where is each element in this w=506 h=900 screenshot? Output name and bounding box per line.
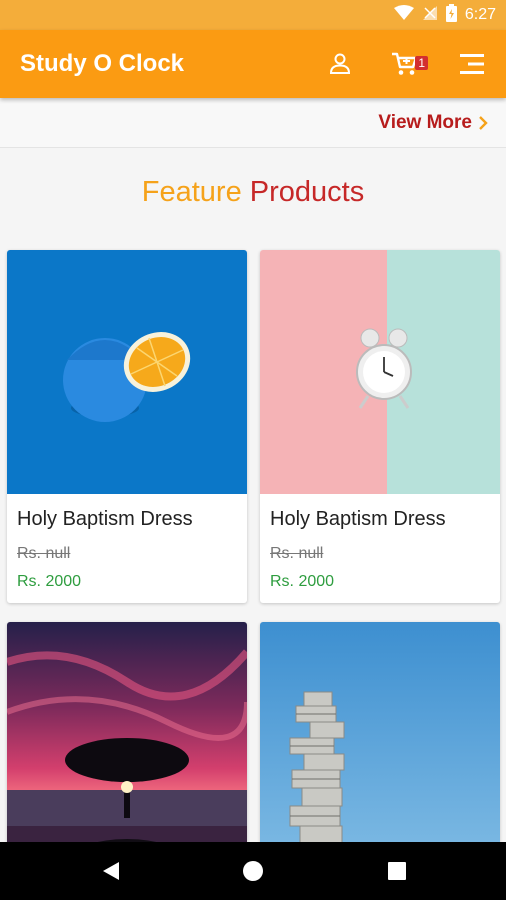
app-bar: Study O Clock 1 bbox=[0, 30, 506, 98]
product-old-price: Rs. null bbox=[17, 545, 71, 562]
user-icon bbox=[329, 53, 351, 74]
menu-button[interactable] bbox=[452, 44, 492, 84]
menu-icon bbox=[460, 54, 484, 74]
back-button[interactable] bbox=[96, 856, 126, 886]
cart-badge: 1 bbox=[415, 56, 428, 70]
view-more-label: View More bbox=[378, 112, 472, 133]
product-price: Rs. 2000 bbox=[17, 573, 82, 590]
status-time: 6:27 bbox=[464, 6, 496, 23]
wifi-icon bbox=[393, 4, 414, 26]
orange-image bbox=[63, 332, 191, 422]
alarm-clock-image bbox=[356, 328, 412, 409]
cart-button[interactable]: 1 bbox=[382, 44, 428, 84]
product-old-price: Rs. null bbox=[270, 545, 324, 562]
product-name: Holy Baptism Dress bbox=[17, 508, 193, 530]
status-bar: 6:27 bbox=[0, 0, 506, 30]
product-card[interactable] bbox=[260, 622, 500, 866]
tower-image bbox=[289, 691, 345, 866]
section-title-part2: Products bbox=[249, 176, 365, 208]
signal-icon bbox=[422, 5, 438, 26]
app-title: Study O Clock bbox=[20, 50, 185, 77]
recents-button[interactable] bbox=[382, 856, 412, 886]
back-icon bbox=[103, 862, 119, 880]
product-image bbox=[7, 250, 247, 494]
tree-sunset-image bbox=[7, 649, 247, 866]
home-icon bbox=[243, 861, 263, 881]
view-more-bar: View More bbox=[0, 98, 506, 148]
product-card[interactable] bbox=[7, 622, 247, 866]
product-card[interactable]: Holy Baptism Dress Rs. null Rs. 2000 bbox=[260, 250, 500, 603]
section-title: Feature Products bbox=[0, 176, 506, 209]
product-price: Rs. 2000 bbox=[270, 573, 335, 590]
product-name: Holy Baptism Dress bbox=[270, 508, 446, 530]
chevron-right-icon bbox=[479, 116, 488, 130]
view-more-link[interactable]: View More bbox=[378, 112, 488, 134]
battery-icon bbox=[445, 3, 457, 27]
system-nav-bar bbox=[0, 842, 506, 900]
account-button[interactable] bbox=[320, 44, 360, 84]
product-image bbox=[260, 250, 500, 494]
recents-icon bbox=[388, 862, 406, 880]
status-icons: 6:27 bbox=[393, 3, 496, 27]
section-title-part1: Feature bbox=[141, 176, 242, 208]
product-image bbox=[260, 622, 500, 866]
product-card[interactable]: Holy Baptism Dress Rs. null Rs. 2000 bbox=[7, 250, 247, 603]
product-image bbox=[7, 622, 247, 866]
home-button[interactable] bbox=[238, 856, 268, 886]
